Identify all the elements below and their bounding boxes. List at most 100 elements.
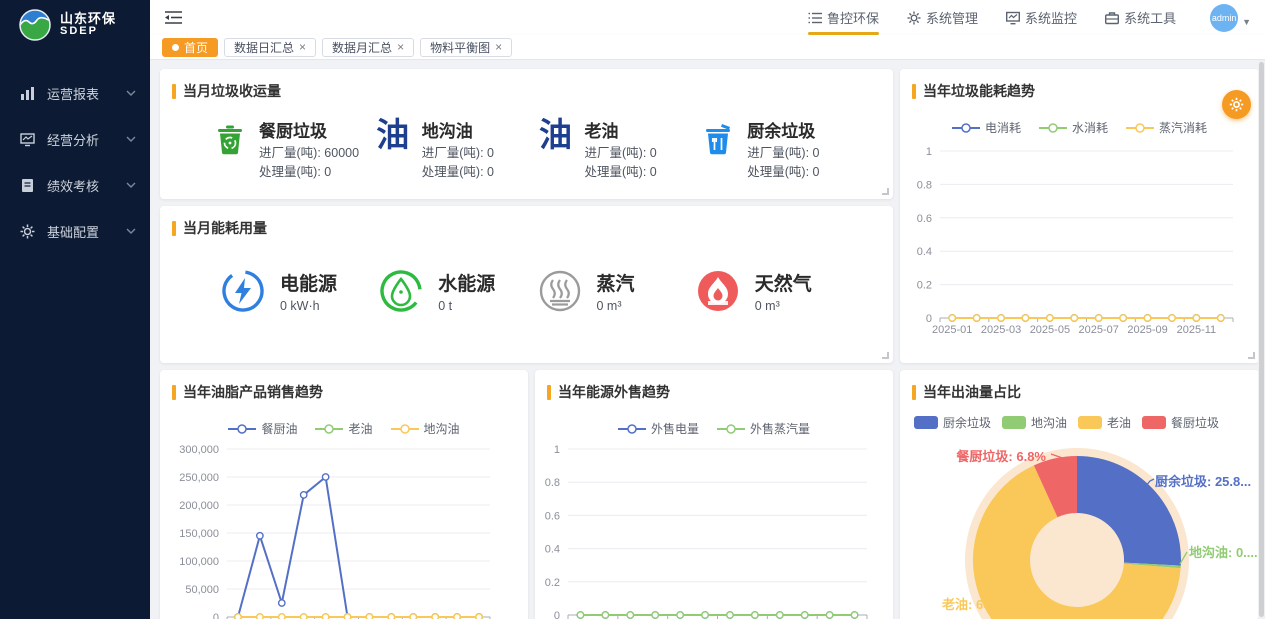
- sidebar-item-basic-config[interactable]: 基础配置: [0, 208, 150, 254]
- tab-bar: 首页 数据日汇总 × 数据月汇总 × 物料平衡图 ×: [150, 35, 1265, 60]
- chart-legend: 厨余垃圾 地沟油 老油餐厨垃圾: [900, 414, 1259, 431]
- top-nav-system-monitor[interactable]: 系统监控: [1006, 2, 1077, 33]
- svg-text:50,000: 50,000: [185, 584, 219, 596]
- svg-text:0.4: 0.4: [545, 544, 560, 556]
- sidebar-item-operation-reports[interactable]: 运营报表: [0, 70, 150, 116]
- energy-item-water: 水能源 0 t: [378, 268, 536, 314]
- sidebar-item-label: 运营报表: [47, 84, 126, 103]
- svg-text:250,000: 250,000: [179, 472, 219, 484]
- energy-value: 0 m³: [755, 299, 812, 313]
- steam-icon: [537, 268, 583, 314]
- logo[interactable]: 山东环保 SDEP: [0, 0, 150, 52]
- tab-label: 物料平衡图: [430, 39, 490, 56]
- out-value: 0: [487, 165, 494, 179]
- out-label: 处理量(吨):: [259, 165, 321, 179]
- sidebar-item-business-analysis[interactable]: 经营分析: [0, 116, 150, 162]
- legend-item[interactable]: 厨余垃圾: [914, 414, 991, 431]
- svg-text:0.8: 0.8: [917, 179, 932, 191]
- chevron-down-icon: [126, 136, 136, 143]
- line-chart-oil-sales[interactable]: 050,000100,000150,000200,000250,000300,0…: [160, 406, 528, 619]
- oil-character-icon: 油: [538, 117, 574, 153]
- out-label: 处理量(吨):: [747, 165, 809, 179]
- pie-label-kitchen-waste: 餐厨垃圾: 6.8%: [956, 446, 1046, 465]
- resize-handle[interactable]: [1248, 352, 1255, 359]
- tab-material-balance[interactable]: 物料平衡图 ×: [420, 38, 512, 57]
- close-icon[interactable]: ×: [299, 41, 306, 53]
- legend-item[interactable]: 老油: [1078, 414, 1131, 431]
- donut-chart-oil-share[interactable]: 厨余垃圾: 25.8... 地沟油: 0.... 老油: 66.93% 餐厨垃圾…: [900, 440, 1259, 619]
- gear-icon: [907, 11, 921, 25]
- top-nav-label: 系统监控: [1025, 8, 1077, 27]
- sidebar-collapse-button[interactable]: [162, 7, 184, 29]
- top-header: 鲁控环保 系统管理: [150, 0, 1265, 35]
- blue-trash-utensils-icon: [700, 121, 736, 157]
- avatar[interactable]: admin: [1210, 4, 1238, 32]
- waste-name: 餐厨垃圾: [259, 117, 359, 142]
- legend-swatch: [1142, 416, 1166, 429]
- legend-item[interactable]: 餐厨垃圾: [1142, 414, 1219, 431]
- in-label: 进厂量(吨):: [585, 146, 647, 160]
- vertical-scrollbar[interactable]: [1258, 60, 1265, 619]
- energy-name: 电能源: [280, 269, 337, 296]
- pie-label-gutter-oil: 地沟油: 0....: [1189, 542, 1258, 561]
- logo-subtitle: SDEP: [60, 26, 116, 38]
- card-monthly-energy-usage: 当月能耗用量 电能源 0 kW·h: [160, 206, 893, 363]
- sidebar-item-performance-review[interactable]: 绩效考核: [0, 162, 150, 208]
- document-icon: [20, 178, 35, 193]
- scrollbar-thumb[interactable]: [1259, 62, 1264, 617]
- legend-label: 厨余垃圾: [943, 414, 991, 431]
- out-value: 0: [650, 165, 657, 179]
- svg-text:0.2: 0.2: [545, 577, 560, 589]
- out-value: 0: [324, 165, 331, 179]
- svg-text:0.2: 0.2: [917, 280, 932, 292]
- oil-character-icon: 油: [375, 117, 411, 153]
- green-trash-recycle-icon: [212, 121, 248, 157]
- svg-text:2025-03: 2025-03: [981, 324, 1021, 336]
- tab-home[interactable]: 首页: [162, 38, 218, 57]
- in-label: 进厂量(吨):: [259, 146, 321, 160]
- close-icon[interactable]: ×: [397, 41, 404, 53]
- in-value: 0: [650, 146, 657, 160]
- waste-name: 老油: [585, 117, 657, 142]
- top-nav-label: 系统管理: [926, 8, 978, 27]
- close-icon[interactable]: ×: [495, 41, 502, 53]
- svg-text:0.8: 0.8: [545, 477, 560, 489]
- in-value: 0: [487, 146, 494, 160]
- gear-icon: [20, 224, 35, 239]
- analysis-monitor-icon: [20, 132, 35, 147]
- dashboard-content: 当月垃圾收运量 餐厨垃圾 进厂量(吨): 60000: [150, 60, 1265, 619]
- user-menu[interactable]: admin ▼: [1210, 4, 1251, 32]
- sidebar-menu: 运营报表 经营分析 绩效考核: [0, 70, 150, 254]
- sidebar: 山东环保 SDEP 运营报表 经营分析: [0, 0, 150, 619]
- waste-name: 地沟油: [422, 117, 494, 142]
- legend-label: 老油: [1107, 414, 1131, 431]
- bar-chart-icon: [20, 86, 35, 101]
- top-nav-system-tools[interactable]: 系统工具: [1105, 2, 1176, 33]
- top-nav-system-management[interactable]: 系统管理: [907, 2, 978, 33]
- line-chart-energy-trend[interactable]: 00.20.40.60.812025-012025-032025-052025-…: [900, 105, 1259, 363]
- tab-monthly-data-summary[interactable]: 数据月汇总 ×: [322, 38, 414, 57]
- monitor-icon: [1006, 11, 1020, 25]
- top-nav-lukong-env[interactable]: 鲁控环保: [808, 2, 879, 33]
- resize-handle[interactable]: [882, 188, 889, 195]
- card-annual-oil-output-share: 当年出油量占比 厨余垃圾地沟油老油餐厨垃圾 厨余垃圾: 25.8... 地沟油:…: [900, 370, 1259, 619]
- card-title: 当年油脂产品销售趋势: [160, 370, 528, 402]
- legend-label: 地沟油: [1031, 414, 1067, 431]
- resize-handle[interactable]: [882, 352, 889, 359]
- svg-text:300,000: 300,000: [179, 444, 219, 456]
- tab-daily-data-summary[interactable]: 数据日汇总 ×: [224, 38, 316, 57]
- tab-label: 数据月汇总: [332, 39, 392, 56]
- settings-fab-button[interactable]: [1222, 90, 1251, 119]
- logo-title: 山东环保: [60, 12, 116, 26]
- legend-item[interactable]: 地沟油: [1002, 414, 1067, 431]
- energy-name: 天然气: [755, 269, 812, 296]
- tab-label: 数据日汇总: [234, 39, 294, 56]
- svg-text:2025-09: 2025-09: [1127, 324, 1167, 336]
- card-title: 当月垃圾收运量: [160, 69, 893, 101]
- donut-svg: [900, 440, 1259, 619]
- sidebar-item-label: 经营分析: [47, 130, 126, 149]
- energy-item-natural-gas: 天然气 0 m³: [695, 268, 853, 314]
- line-chart-energy-sales[interactable]: 00.20.40.60.812025-012025-032025-052025-…: [535, 406, 893, 619]
- tab-label: 首页: [184, 39, 208, 56]
- out-label: 处理量(吨):: [422, 165, 484, 179]
